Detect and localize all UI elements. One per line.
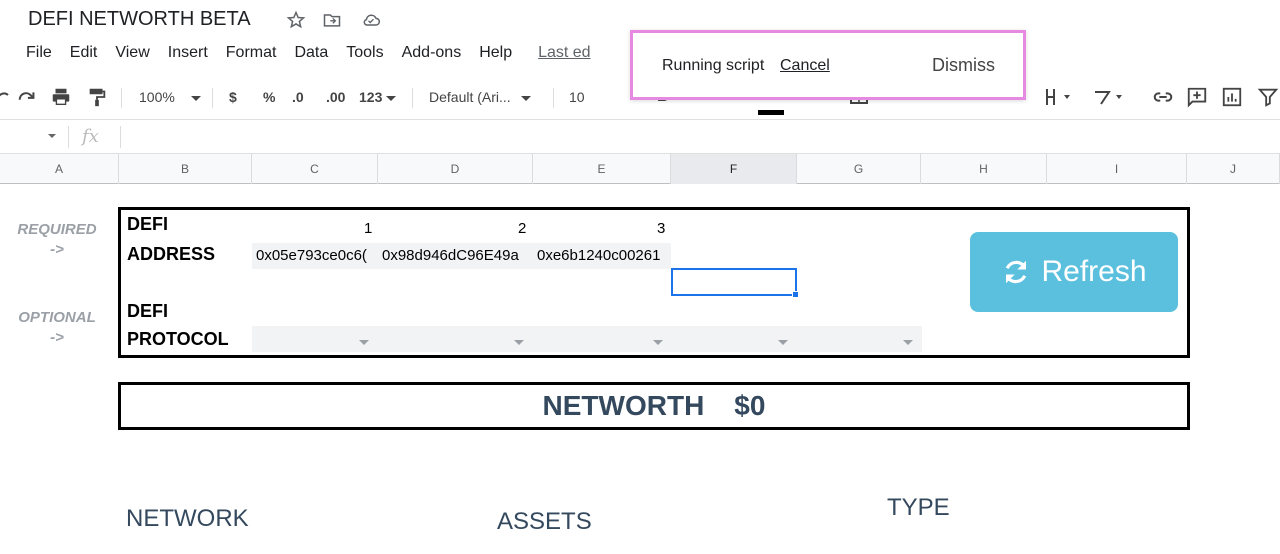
snackbar-dismiss-button[interactable]: Dismiss (932, 55, 995, 76)
protocol-dropdown-3-icon[interactable] (653, 340, 663, 345)
optional-label: OPTIONAL -> (7, 308, 107, 348)
protocol-dropdown-4-icon[interactable] (778, 340, 788, 345)
menu-view[interactable]: View (115, 44, 149, 64)
menu-help[interactable]: Help (479, 44, 512, 64)
fill-handle[interactable] (792, 291, 799, 298)
column-header-d[interactable]: D (378, 154, 533, 184)
column-header-b[interactable]: B (119, 154, 252, 184)
menu-file[interactable]: File (26, 44, 52, 64)
star-icon[interactable] (286, 10, 306, 30)
type-header: TYPE (887, 494, 950, 521)
menu-format[interactable]: Format (226, 44, 277, 64)
redo-icon[interactable] (16, 86, 38, 108)
font-value: Default (Ari... (429, 89, 511, 105)
font-size-select[interactable]: 10 (569, 86, 585, 108)
paint-format-icon[interactable] (86, 86, 108, 108)
increase-decimal-button[interactable]: .00 (326, 86, 345, 108)
refresh-button[interactable]: Refresh (970, 232, 1178, 312)
insert-chart-icon[interactable] (1221, 86, 1243, 108)
snackbar-cancel-link[interactable]: Cancel (780, 57, 830, 75)
fx-icon: fx (82, 126, 99, 147)
address-cell-3[interactable]: 0xe6b1240c00261 (533, 243, 671, 269)
column-header-h[interactable]: H (921, 154, 1047, 184)
refresh-label: Refresh (1041, 255, 1147, 288)
menu-edit[interactable]: Edit (70, 44, 98, 64)
optional-arrow: -> (50, 329, 64, 346)
filter-icon[interactable] (1257, 86, 1279, 108)
address-cell-1[interactable]: 0x05e793ce0c6( (252, 243, 378, 269)
document-title[interactable]: DEFI NETWORTH BETA (28, 8, 251, 31)
running-script-snackbar: Running script Cancel Dismiss (630, 30, 1026, 100)
protocol-dropdown-row (252, 326, 922, 352)
snackbar-message: Running script (662, 57, 765, 74)
insert-link-icon[interactable] (1151, 86, 1175, 108)
refresh-icon (1006, 260, 1027, 284)
address-index-2[interactable]: 2 (518, 220, 526, 237)
percent-format-button[interactable]: % (263, 86, 275, 108)
more-formats-button[interactable]: 123 (359, 86, 397, 108)
column-header-a[interactable]: A (0, 154, 119, 184)
defi-label-address: DEFI (127, 214, 169, 234)
address-cell-2[interactable]: 0x98d946dC96E49a (378, 243, 533, 269)
menu-insert[interactable]: Insert (168, 44, 208, 64)
currency-format-button[interactable]: $ (229, 86, 237, 108)
insert-comment-icon[interactable] (1186, 86, 1208, 108)
column-headers: A B C D E F G H I J (0, 154, 1280, 184)
column-header-f[interactable]: F (671, 154, 797, 184)
column-header-g[interactable]: G (797, 154, 921, 184)
cloud-saved-icon[interactable] (360, 10, 380, 30)
column-header-i[interactable]: I (1047, 154, 1187, 184)
selected-cell[interactable] (671, 268, 797, 296)
networth-value: $0 (734, 390, 766, 421)
required-label: REQUIRED -> (7, 220, 107, 260)
address-index-3[interactable]: 3 (657, 220, 665, 237)
menu-tools[interactable]: Tools (346, 44, 383, 64)
menu-data[interactable]: Data (294, 44, 328, 64)
font-size-value: 10 (569, 89, 585, 105)
protocol-dropdown-1-icon[interactable] (359, 340, 369, 345)
zoom-value: 100% (139, 89, 175, 105)
defi-label-protocol: DEFI (127, 301, 169, 321)
zoom-select[interactable]: 100% (139, 86, 201, 108)
required-arrow: -> (50, 241, 64, 258)
assets-header: ASSETS (497, 508, 592, 535)
more-formats-label: 123 (359, 89, 383, 105)
name-box-dropdown-icon[interactable] (48, 134, 56, 138)
undo-icon[interactable] (0, 86, 10, 108)
required-text: REQUIRED (17, 221, 97, 238)
protocol-dropdown-2-icon[interactable] (514, 340, 524, 345)
network-header: NETWORK (126, 505, 249, 532)
protocol-dropdown-5-icon[interactable] (903, 340, 913, 345)
networth-box: NETWORTH $0 (118, 382, 1190, 430)
menu-bar: File Edit View Insert Format Data Tools … (26, 44, 609, 64)
column-header-j[interactable]: J (1187, 154, 1280, 184)
address-index-1[interactable]: 1 (364, 220, 372, 237)
last-edit-link[interactable]: Last ed (538, 44, 590, 64)
column-header-e[interactable]: E (533, 154, 671, 184)
font-select[interactable]: Default (Ari... (429, 86, 531, 108)
protocol-label: PROTOCOL (127, 329, 229, 349)
menu-add-ons[interactable]: Add-ons (402, 44, 462, 64)
formula-bar[interactable]: fx (0, 120, 1280, 154)
print-icon[interactable] (50, 86, 72, 108)
networth-label: NETWORTH (542, 390, 705, 421)
address-label: ADDRESS (127, 244, 216, 264)
text-rotation-icon[interactable] (1092, 86, 1128, 108)
optional-text: OPTIONAL (18, 309, 96, 326)
move-folder-icon[interactable] (322, 10, 342, 30)
vertical-align-icon[interactable] (1044, 86, 1074, 108)
column-header-c[interactable]: C (252, 154, 378, 184)
decrease-decimal-button[interactable]: .0 (292, 86, 304, 108)
